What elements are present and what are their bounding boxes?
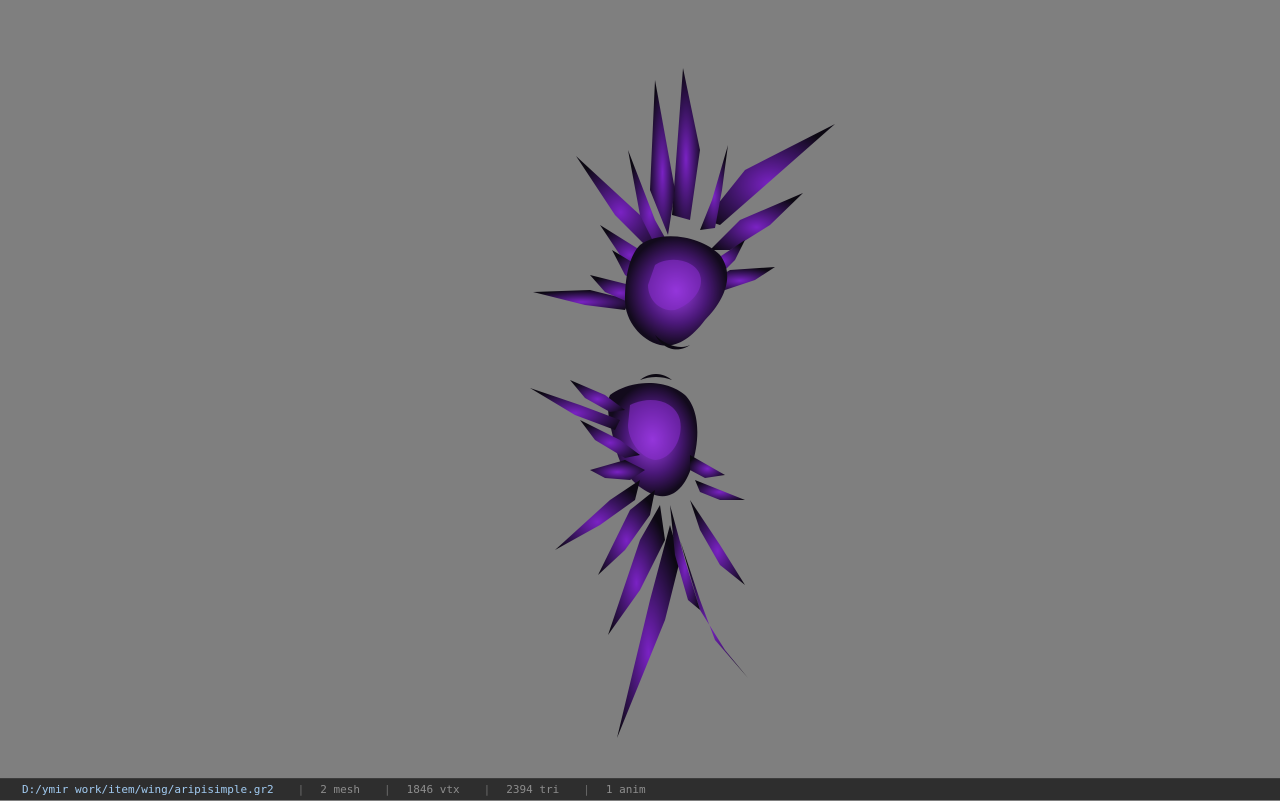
mesh-count: 2 mesh (320, 782, 361, 796)
status-separator: | (384, 782, 391, 796)
triangle-count: 2394 tri (506, 782, 560, 796)
animation-count: 1 anim (605, 782, 646, 796)
status-separator: | (297, 782, 305, 796)
status-separator: | (483, 782, 491, 796)
upper-wing (533, 68, 835, 350)
lower-wing (530, 374, 748, 738)
status-bar: D:/ymir work/item/wing/aripisimple.gr2 |… (0, 778, 1280, 800)
status-separator: | (583, 782, 590, 796)
model-viewport[interactable] (0, 0, 1280, 778)
file-path: D:/ymir work/item/wing/aripisimple.gr2 (22, 782, 274, 796)
wing-model-render (530, 68, 835, 738)
vertex-count: 1846 vtx (406, 782, 460, 796)
